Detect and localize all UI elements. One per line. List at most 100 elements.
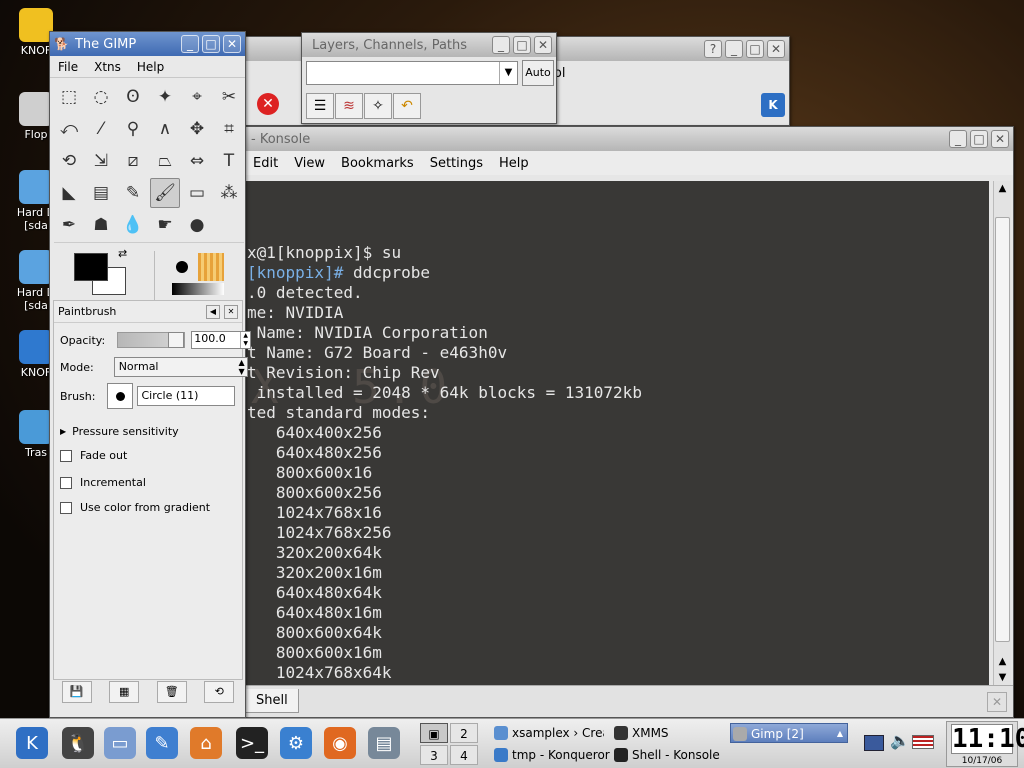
smudge-icon[interactable]: ☛ (150, 210, 180, 240)
display-icon[interactable] (864, 735, 884, 751)
menu-bookmarks[interactable]: Bookmarks (333, 156, 422, 171)
scroll-up-icon[interactable]: ▲ (994, 181, 1011, 197)
files-icon[interactable]: ▤ (368, 727, 400, 759)
gimp-toolbox[interactable]: 🐕 The GIMP _ □ ✕ File Xtns Help ⬚ ◌ ʘ ✦ ⌖ ✂ ⤺ ⁄… (49, 31, 252, 718)
lasso-icon[interactable]: ʘ (118, 82, 148, 112)
close-icon[interactable]: ✕ (991, 130, 1009, 148)
pencil-icon[interactable]: ✎ (118, 178, 148, 208)
kde-menu-icon[interactable]: K (16, 727, 48, 759)
close-icon[interactable]: ✕ (223, 35, 241, 53)
layers-titlebar[interactable]: Layers, Channels, Paths _ □ ✕ (302, 33, 556, 57)
layers-icon[interactable]: ☰ (306, 93, 334, 119)
paintbrush-icon[interactable]: 🖌 (150, 178, 180, 208)
volume-icon[interactable]: 🔈 (890, 731, 910, 750)
restore-options-icon[interactable]: ▦ (109, 681, 140, 703)
pager-desktop-3[interactable]: 3 (420, 745, 448, 765)
close-tab-icon[interactable]: ✕ (987, 692, 1007, 712)
swap-colors-icon[interactable]: ⇄ (118, 247, 127, 260)
stop-icon[interactable]: ✕ (257, 93, 279, 115)
dodge-burn-icon[interactable]: ● (182, 210, 212, 240)
color-select-icon[interactable]: ⌖ (182, 82, 212, 112)
task-konqueror[interactable]: tmp - Konqueror (492, 745, 610, 765)
channels-icon[interactable]: ≋ (335, 93, 363, 119)
task-xsamplex[interactable]: xsamplex › Crea (492, 723, 604, 743)
text-icon[interactable]: T (214, 146, 244, 176)
color-picker-icon[interactable]: ⁄ (86, 114, 116, 144)
brush-button[interactable] (107, 383, 134, 409)
terminal-output[interactable]: X 5.0 x@1[knoppix]$ su [knoppix]# ddcprob… (241, 181, 989, 686)
close-icon[interactable]: ✕ (224, 304, 238, 319)
crop-icon[interactable]: ⌗ (214, 114, 244, 144)
scrollbar-thumb[interactable] (995, 217, 1010, 642)
move-icon[interactable]: ✥ (182, 114, 212, 144)
incremental-checkbox[interactable] (60, 476, 72, 489)
save-options-icon[interactable]: 💾 (61, 681, 92, 703)
magnify-icon[interactable]: ⚲ (118, 114, 148, 144)
paths-icon[interactable]: ✧ (364, 93, 392, 119)
paths-tool-icon[interactable]: ⤺ (54, 114, 84, 144)
scissors-icon[interactable]: ✂ (214, 82, 244, 112)
scroll-up-icon[interactable]: ▲ (994, 654, 1011, 670)
rotate-icon[interactable]: ⟲ (54, 146, 84, 176)
gradient-preview[interactable] (172, 283, 224, 295)
penguin-icon[interactable]: 🐧 (62, 727, 94, 759)
tab-shell[interactable]: Shell (245, 689, 299, 713)
spin-arrows-icon[interactable]: ▲ ▼ (240, 332, 250, 348)
auto-button[interactable]: Auto (522, 60, 554, 86)
reset-options-icon[interactable]: ⟲ (204, 681, 235, 703)
measure-icon[interactable]: ∧ (150, 114, 180, 144)
keyboard-flag-icon[interactable] (912, 735, 934, 749)
expander-icon[interactable]: ▶ (60, 427, 66, 436)
menu-view[interactable]: View (286, 156, 333, 171)
home-icon[interactable]: ⌂ (190, 727, 222, 759)
window-list-icon[interactable]: ▭ (104, 727, 136, 759)
help-icon[interactable]: ? (704, 40, 722, 58)
terminal-scrollbar[interactable]: ▲ ▲ ▼ (993, 181, 1011, 686)
fuzzy-select-icon[interactable]: ✦ (150, 82, 180, 112)
scroll-down-icon[interactable]: ▼ (994, 670, 1011, 686)
maximize-icon[interactable]: □ (202, 35, 220, 53)
image-select[interactable]: ▼ (306, 61, 518, 85)
konsole-window[interactable]: - Konsole _ □ ✕ Edit View Bookmarks Sett… (240, 126, 1014, 718)
maximize-icon[interactable]: □ (970, 130, 988, 148)
pattern-preview[interactable] (198, 253, 224, 281)
shear-icon[interactable]: ⧄ (118, 146, 148, 176)
brush-preview[interactable] (176, 261, 188, 273)
minimize-icon[interactable]: _ (181, 35, 199, 53)
ellipse-select-icon[interactable]: ◌ (86, 82, 116, 112)
menu-settings[interactable]: Settings (422, 156, 491, 171)
gimp-titlebar[interactable]: 🐕 The GIMP _ □ ✕ (50, 32, 245, 56)
konqueror-icon[interactable]: ⚙ (280, 727, 312, 759)
task-gimp[interactable]: Gimp [2] ▲ (730, 723, 848, 743)
opacity-slider[interactable] (117, 332, 186, 348)
ink-icon[interactable]: ✒ (54, 210, 84, 240)
menu-help[interactable]: Help (491, 156, 537, 171)
close-icon[interactable]: ✕ (767, 40, 785, 58)
airbrush-icon[interactable]: ⁂ (214, 178, 244, 208)
menu-file[interactable]: File (50, 60, 86, 74)
slider-thumb[interactable] (168, 332, 185, 348)
chevron-down-icon[interactable]: ▼ (499, 62, 517, 84)
perspective-icon[interactable]: ⏢ (150, 146, 180, 176)
rect-select-icon[interactable]: ⬚ (54, 82, 84, 112)
close-icon[interactable]: ✕ (534, 36, 552, 54)
pressure-expander[interactable]: Pressure sensitivity (72, 425, 178, 438)
gradient-checkbox[interactable] (60, 501, 72, 514)
minimize-icon[interactable]: _ (725, 40, 743, 58)
desktop-icon[interactable]: ✎ (146, 727, 178, 759)
delete-options-icon[interactable]: 🗑 (156, 681, 187, 703)
clone-icon[interactable]: ☗ (86, 210, 116, 240)
clock[interactable]: 11:10 10/17/06 (946, 721, 1024, 767)
scale-icon[interactable]: ⇲ (86, 146, 116, 176)
task-konsole[interactable]: Shell - Konsole (612, 745, 720, 765)
konsole-titlebar[interactable]: - Konsole _ □ ✕ (241, 127, 1013, 151)
menu-help[interactable]: Help (129, 60, 172, 74)
foreground-color[interactable] (74, 253, 108, 281)
fade-out-checkbox[interactable] (60, 449, 72, 462)
firefox-icon[interactable]: ◉ (324, 727, 356, 759)
task-xmms[interactable]: XMMS (612, 723, 669, 743)
maximize-icon[interactable]: □ (513, 36, 531, 54)
flip-icon[interactable]: ⇔ (182, 146, 212, 176)
eraser-icon[interactable]: ▭ (182, 178, 212, 208)
minimize-icon[interactable]: _ (949, 130, 967, 148)
